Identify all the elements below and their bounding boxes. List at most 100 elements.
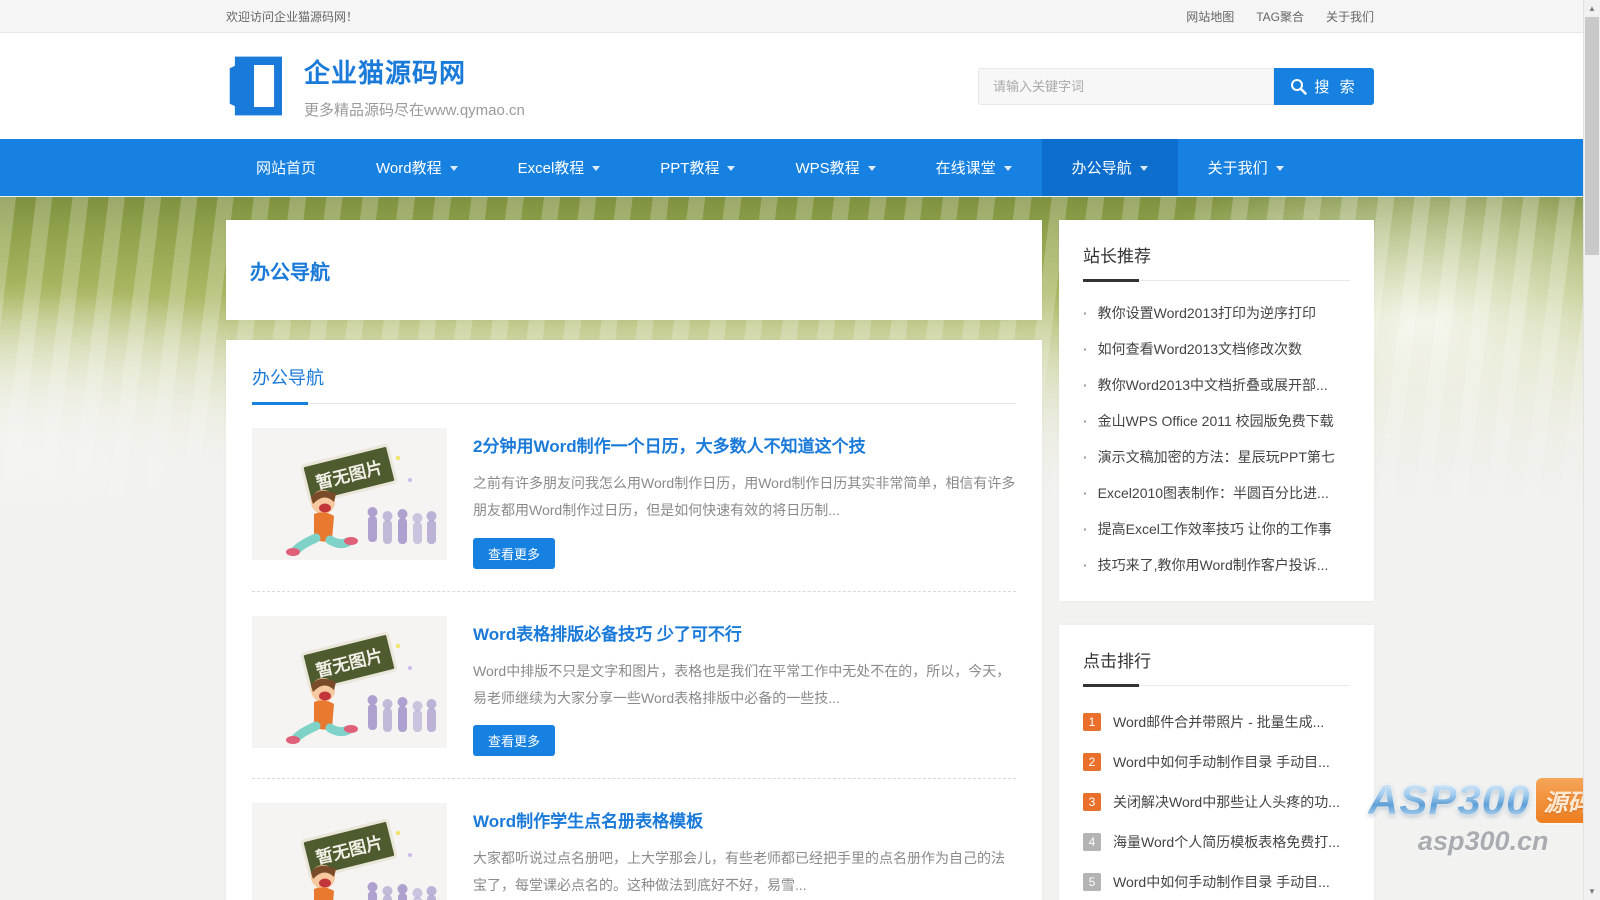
ranking-item-text: Word邮件合并带照片 - 批量生成... xyxy=(1113,714,1325,730)
recommend-list: · 教你设置Word2013打印为逆序打印 · 如何查看Word2013文档修改… xyxy=(1083,295,1350,583)
nav-item[interactable]: WPS教程 xyxy=(765,139,905,196)
bullet-icon: · xyxy=(1083,413,1088,429)
top-utility-bar: 欢迎访问企业猫源码网！ 网站地图 TAG聚合 关于我们 xyxy=(0,0,1600,33)
article-title[interactable]: Word表格排版必备技巧 少了可不行 xyxy=(473,620,1016,645)
office-logo-icon xyxy=(229,56,282,116)
bullet-icon: · xyxy=(1083,485,1088,501)
article-body: Word制作学生点名册表格模板 大家都听说过点名册吧，上大学那会儿，有些老师都已… xyxy=(473,803,1016,900)
nav-item[interactable]: PPT教程 xyxy=(630,139,765,196)
article-thumbnail[interactable]: 暂无图片 xyxy=(252,803,447,900)
topbar-link[interactable]: 关于我们 xyxy=(1326,8,1374,25)
main-column: 办公导航 办公导航 暂无图片 2分钟用Word制作一个日历，大多数人不知道这个技… xyxy=(226,220,1042,900)
rank-badge: 1 xyxy=(1083,713,1101,731)
recommend-item-text: 教你Word2013中文档折叠或展开部... xyxy=(1097,377,1328,393)
article-excerpt: 之前有许多朋友问我怎么用Word制作日历，用Word制作日历其实非常简单，相信有… xyxy=(473,475,1016,519)
bullet-icon: · xyxy=(1083,341,1088,357)
search-bar: 搜 索 xyxy=(978,67,1374,105)
ranking-item[interactable]: 4 海量Word个人简历模板表格免费打... xyxy=(1083,822,1350,862)
ranking-item[interactable]: 3 关闭解决Word中那些让人头疼的功... xyxy=(1083,782,1350,822)
no-image-placeholder-illustration: 暂无图片 xyxy=(252,428,447,560)
nav-item[interactable]: Excel教程 xyxy=(488,139,631,196)
site-tagline: 更多精品源码尽在www.qymao.cn xyxy=(304,101,525,119)
article-row: 暂无图片 xyxy=(252,592,1016,780)
nav-item-label: 在线课堂 xyxy=(935,160,996,177)
topbar-link[interactable]: 网站地图 xyxy=(1186,8,1234,25)
no-image-placeholder-illustration: 暂无图片 xyxy=(252,803,447,900)
article-row: 暂无图片 xyxy=(252,779,1016,900)
recommend-item-text: Excel2010图表制作：半圆百分比进... xyxy=(1097,485,1329,501)
search-input[interactable] xyxy=(978,67,1274,105)
search-button[interactable]: 搜 索 xyxy=(1274,67,1374,105)
recommend-item[interactable]: · 技巧来了,教你用Word制作客户投诉... xyxy=(1083,547,1350,583)
recommend-item[interactable]: · 金山WPS Office 2011 校园版免费下载 xyxy=(1083,403,1350,439)
bullet-icon: · xyxy=(1083,557,1088,573)
chevron-down-icon xyxy=(1139,166,1148,171)
chevron-down-icon xyxy=(867,166,876,171)
recommend-item[interactable]: · Excel2010图表制作：半圆百分比进... xyxy=(1083,475,1350,511)
scroll-down-icon[interactable]: ▼ xyxy=(1584,883,1600,900)
nav-item[interactable]: 网站首页 xyxy=(226,139,346,196)
nav-item-label: Word教程 xyxy=(376,160,442,177)
nav-item[interactable]: 关于我们 xyxy=(1178,139,1314,196)
bullet-icon: · xyxy=(1083,449,1088,465)
article-row: 暂无图片 xyxy=(252,404,1016,592)
welcome-text: 欢迎访问企业猫源码网！ xyxy=(226,9,359,24)
ranking-item[interactable]: 2 Word中如何手动制作目录 手动目... xyxy=(1083,742,1350,782)
ranking-box: 点击排行 1 Word邮件合并带照片 - 批量生成... 2 Word中如何手动… xyxy=(1059,625,1374,900)
scroll-up-icon[interactable]: ▲ xyxy=(1584,0,1600,17)
ranking-item[interactable]: 5 Word中如何手动制作目录 手动目... xyxy=(1083,862,1350,900)
topbar-links: 网站地图 TAG聚合 关于我们 xyxy=(1186,8,1374,25)
nav-item[interactable]: Word教程 xyxy=(346,139,488,196)
site-name: 企业猫源码网 xyxy=(304,57,467,88)
bullet-icon: · xyxy=(1083,377,1088,393)
nav-item-label: 关于我们 xyxy=(1207,160,1268,177)
bullet-icon: · xyxy=(1083,521,1088,537)
article-thumbnail[interactable]: 暂无图片 xyxy=(252,428,447,560)
article-body: Word表格排版必备技巧 少了可不行 Word中排版不只是文字和图片，表格也是我… xyxy=(473,616,1016,757)
nav-item[interactable]: 办公导航 xyxy=(1041,139,1178,196)
brand[interactable]: 企业猫源码网 更多精品源码尽在www.qymao.cn xyxy=(226,53,525,120)
page-title: 办公导航 xyxy=(250,261,330,284)
nav-item-label: 网站首页 xyxy=(256,160,317,177)
recommend-item[interactable]: · 演示文稿加密的方法：星辰玩PPT第七 xyxy=(1083,439,1350,475)
chevron-down-icon xyxy=(727,166,736,171)
nav-item-label: Excel教程 xyxy=(517,160,585,177)
ranking-title: 点击排行 xyxy=(1083,647,1350,687)
vertical-scrollbar[interactable]: ▲ ▼ xyxy=(1583,0,1600,900)
article-excerpt: Word中排版不只是文字和图片，表格也是我们在平常工作中无处不在的，所以，今天，… xyxy=(473,662,1011,706)
search-button-label: 搜 索 xyxy=(1314,78,1358,96)
article-excerpt: 大家都听说过点名册吧，上大学那会儿，有些老师都已经把手里的点名册作为自己的法宝了… xyxy=(473,850,1005,894)
article-section-title: 办公导航 xyxy=(252,364,1016,405)
nav-item[interactable]: 在线课堂 xyxy=(906,139,1042,196)
rank-badge: 4 xyxy=(1083,833,1101,851)
article-title[interactable]: Word制作学生点名册表格模板 xyxy=(473,807,1016,832)
chevron-down-icon xyxy=(1275,166,1284,171)
read-more-button[interactable]: 查看更多 xyxy=(473,537,556,569)
ranking-item-text: 关闭解决Word中那些让人头疼的功... xyxy=(1113,794,1340,810)
recommend-item-text: 技巧来了,教你用Word制作客户投诉... xyxy=(1097,557,1329,573)
topbar-link[interactable]: TAG聚合 xyxy=(1256,8,1304,25)
chevron-down-icon xyxy=(1003,166,1012,171)
recommend-box: 站长推荐 · 教你设置Word2013打印为逆序打印 · 如何查看Word201… xyxy=(1059,220,1374,601)
ranking-item-text: Word中如何手动制作目录 手动目... xyxy=(1113,754,1330,770)
article-thumbnail[interactable]: 暂无图片 xyxy=(252,615,447,748)
watermark-domain: asp300.cn xyxy=(1417,826,1549,856)
recommend-title: 站长推荐 xyxy=(1083,242,1350,282)
article-title[interactable]: 2分钟用Word制作一个日历，大多数人不知道这个技 xyxy=(473,432,1016,457)
read-more-button[interactable]: 查看更多 xyxy=(473,725,556,757)
nav-item-label: WPS教程 xyxy=(795,160,860,177)
page-title-box: 办公导航 xyxy=(226,220,1042,320)
scrollbar-thumb[interactable] xyxy=(1585,17,1599,255)
article-body: 2分钟用Word制作一个日历，大多数人不知道这个技 之前有许多朋友问我怎么用Wo… xyxy=(473,428,1016,569)
recommend-item[interactable]: · 教你设置Word2013打印为逆序打印 xyxy=(1083,295,1350,331)
recommend-item[interactable]: · 教你Word2013中文档折叠或展开部... xyxy=(1083,367,1350,403)
rank-badge: 3 xyxy=(1083,793,1101,811)
recommend-item[interactable]: · 提高Excel工作效率技巧 让你的工作事 xyxy=(1083,511,1350,547)
chevron-down-icon xyxy=(449,166,458,171)
recommend-item-text: 提高Excel工作效率技巧 让你的工作事 xyxy=(1097,521,1332,537)
recommend-item[interactable]: · 如何查看Word2013文档修改次数 xyxy=(1083,331,1350,367)
ranking-item[interactable]: 1 Word邮件合并带照片 - 批量生成... xyxy=(1083,702,1350,742)
ranking-list: 1 Word邮件合并带照片 - 批量生成... 2 Word中如何手动制作目录 … xyxy=(1083,702,1350,900)
main-nav: 网站首页 Word教程 Excel教程 PPT教程 WPS教程 在线课堂 办公导… xyxy=(0,139,1600,196)
site-header: 企业猫源码网 更多精品源码尽在www.qymao.cn 搜 索 xyxy=(0,33,1600,139)
